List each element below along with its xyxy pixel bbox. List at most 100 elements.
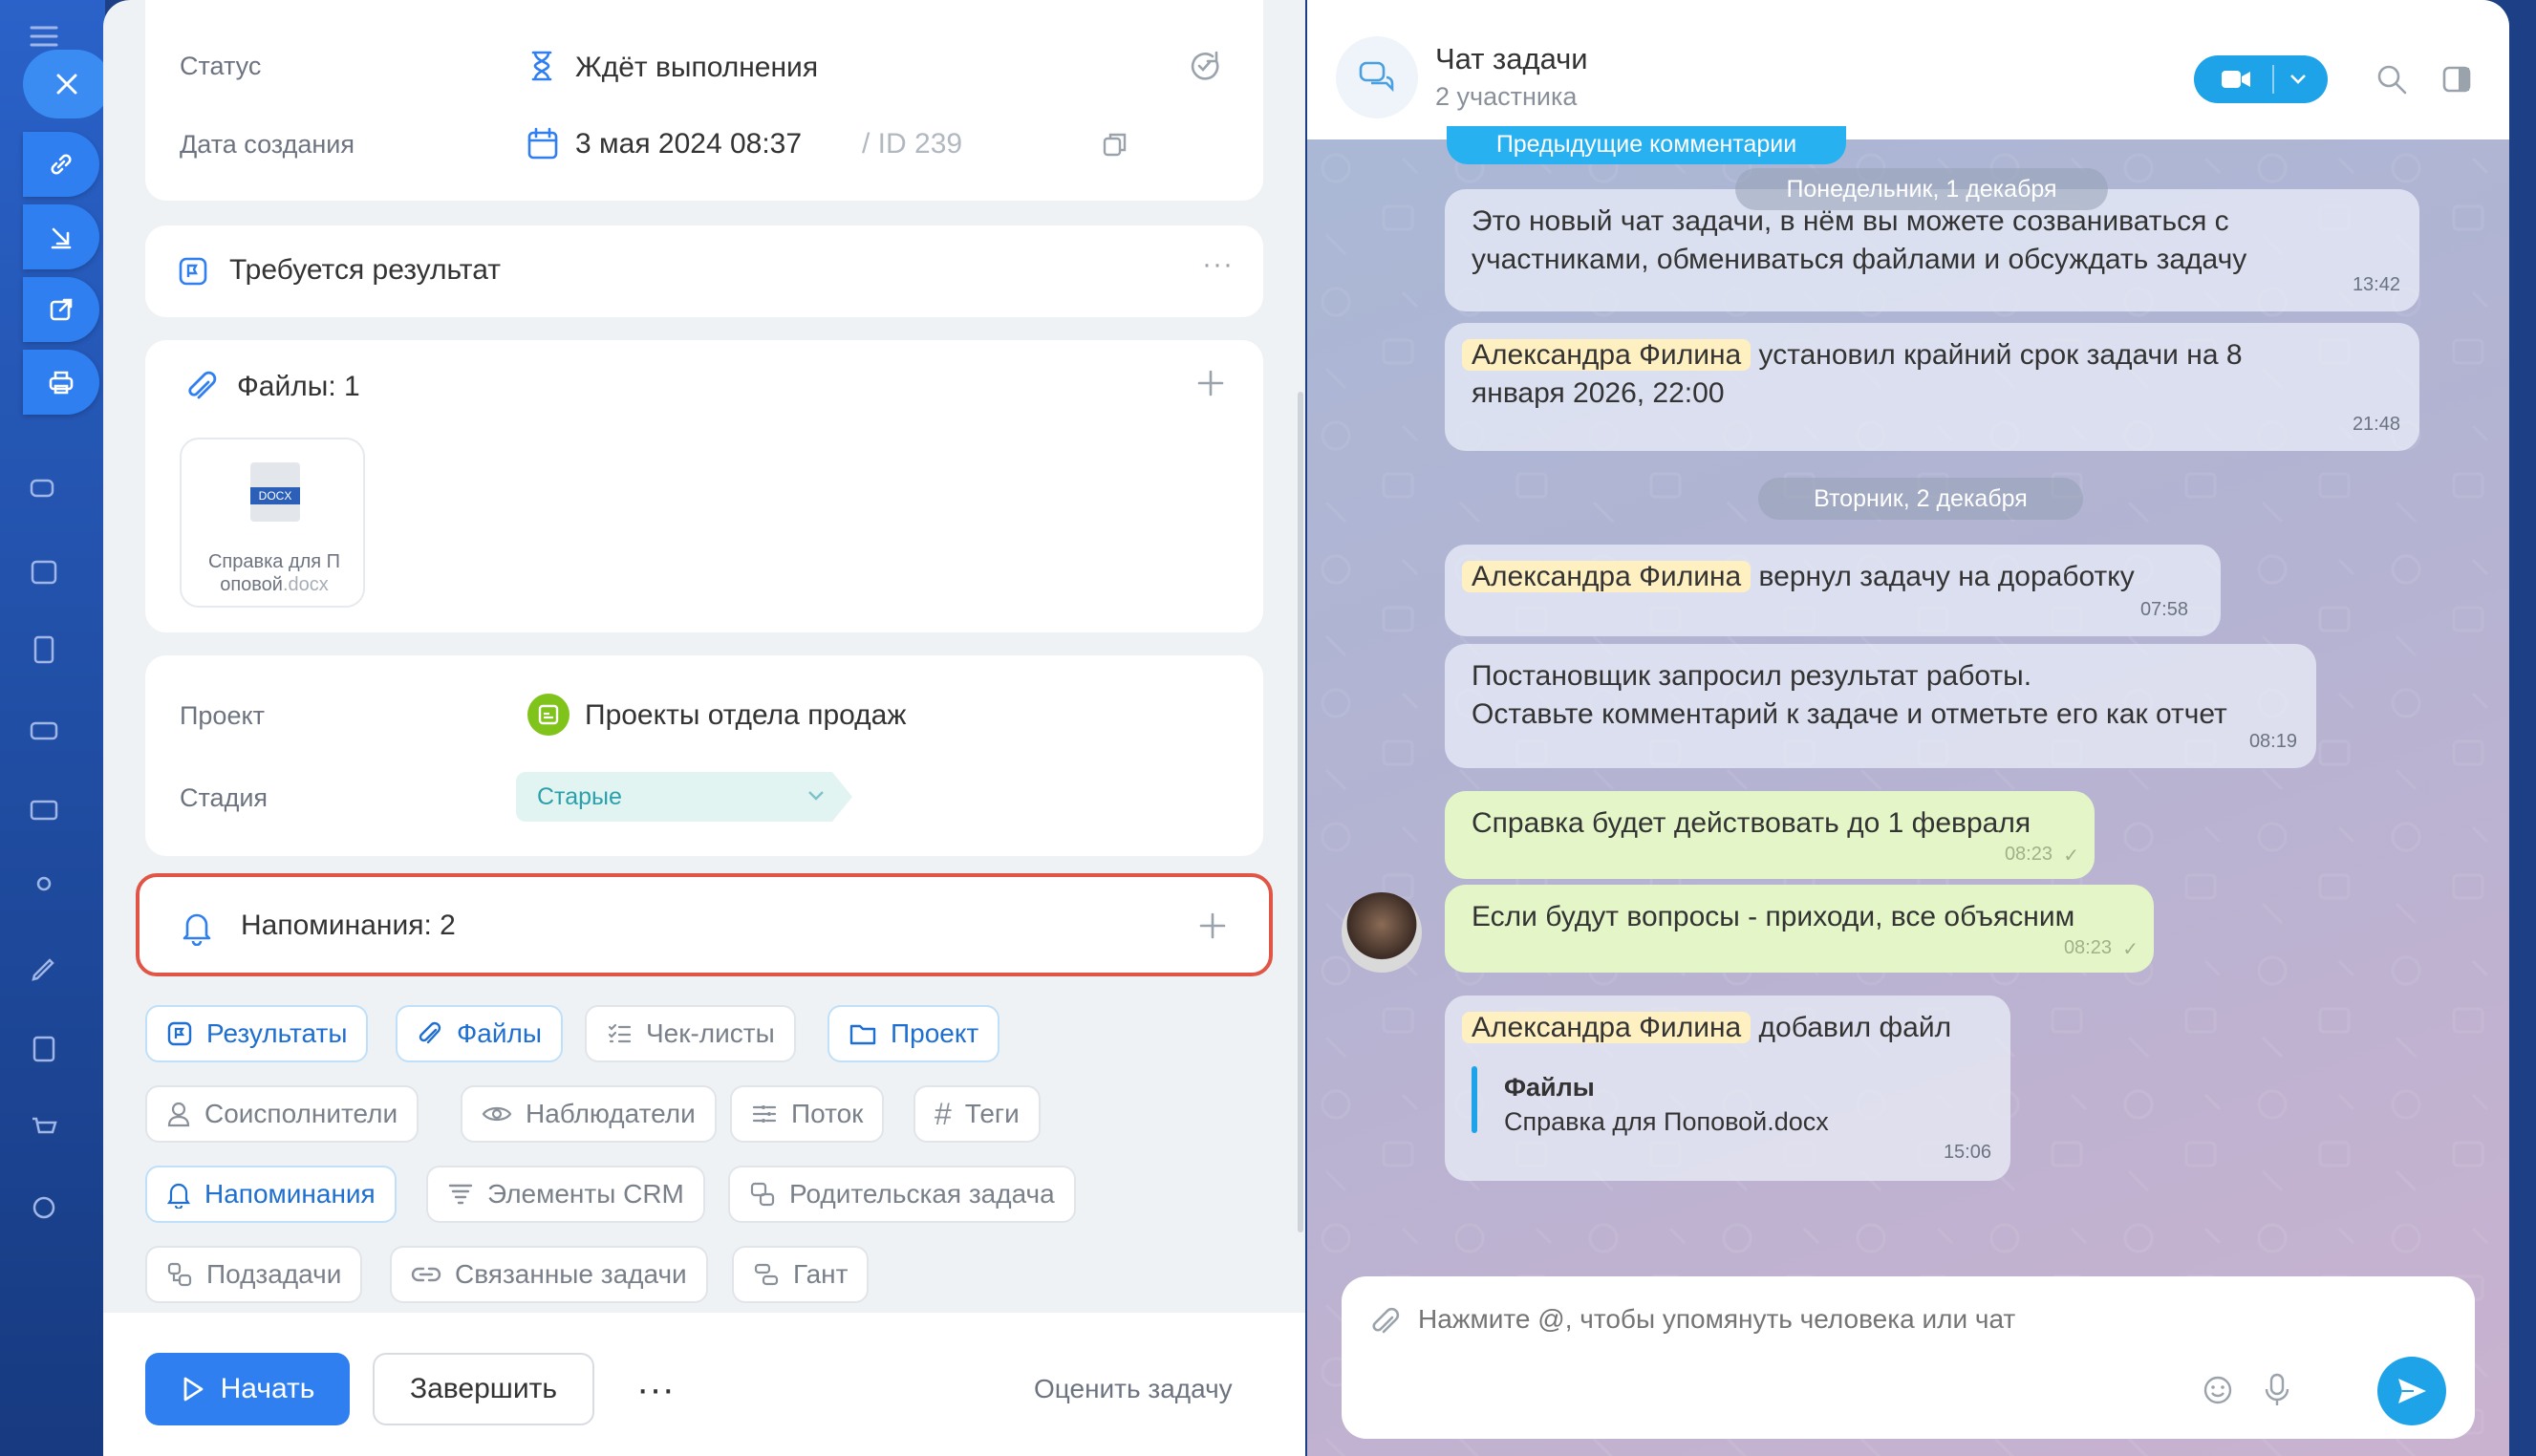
copy-icon[interactable]: [1101, 130, 1129, 159]
nav-icon-settings[interactable]: [21, 1185, 67, 1231]
nav-icon-chat[interactable]: [21, 468, 67, 514]
message-own-2: Если будут вопросы - приходи, все объясн…: [1445, 885, 2154, 973]
open-new-window-button[interactable]: [23, 277, 99, 342]
checklist-icon: [608, 1023, 632, 1043]
pill-results[interactable]: Результаты: [145, 1005, 369, 1062]
pill-subtasks[interactable]: Подзадачи: [145, 1246, 363, 1303]
task-panel: Статус Ждёт выполнения Дата создания 3 м…: [103, 0, 1305, 1456]
nav-icon-mail[interactable]: [21, 787, 67, 833]
files-card: Файлы: 1 DOCX Справка для Поповой.docx: [145, 340, 1263, 632]
minimize-button[interactable]: [23, 204, 99, 269]
project-avatar-icon: [527, 694, 570, 736]
finish-button[interactable]: Завершить: [373, 1353, 594, 1425]
nav-icon-docs[interactable]: [21, 627, 67, 673]
file-tile[interactable]: DOCX Справка для Поповой.docx: [180, 438, 365, 608]
nav-icon-shop[interactable]: [21, 1104, 67, 1150]
nav-icon-calendar[interactable]: [21, 548, 67, 594]
stage-select[interactable]: Старые: [516, 772, 852, 822]
nav-icon-drive[interactable]: [21, 707, 67, 753]
author-name[interactable]: Александра Филина: [1462, 561, 1752, 592]
read-check-icon: ✓: [2063, 846, 2079, 867]
file-attachment-name[interactable]: Справка для Поповой.docx: [1504, 1103, 1829, 1141]
rate-task-link[interactable]: Оценить задачу: [1034, 1374, 1233, 1404]
footer-bar: Начать Завершить ··· Оценить задачу: [103, 1313, 1305, 1456]
play-icon: [183, 1377, 204, 1402]
reminders-title: Напоминания: 2: [241, 910, 456, 941]
result-icon: [167, 1021, 192, 1046]
message-composer: [1342, 1276, 2475, 1439]
pill-reminders[interactable]: Напоминания: [145, 1166, 397, 1223]
sidebar-toggle-icon[interactable]: [2440, 63, 2473, 96]
status-value[interactable]: Ждёт выполнения: [575, 52, 818, 84]
chat-participants[interactable]: 2 участника: [1435, 82, 1577, 112]
camera-icon: [2222, 71, 2250, 88]
result-icon: [179, 257, 207, 286]
project-value[interactable]: Проекты отдела продаж: [585, 699, 906, 732]
created-label: Дата создания: [180, 130, 355, 159]
stage-value: Старые: [537, 783, 622, 810]
previous-comments-button[interactable]: Предыдущие комментарии: [1447, 126, 1846, 164]
attach-icon[interactable]: [1370, 1305, 1401, 1339]
user-avatar[interactable]: [1342, 892, 1422, 973]
close-icon: [56, 74, 77, 95]
pill-tags[interactable]: # Теги: [913, 1085, 1041, 1143]
more-button[interactable]: ···: [619, 1353, 692, 1425]
message-time: 07:58: [2139, 599, 2188, 620]
search-icon[interactable]: [2375, 63, 2408, 96]
external-link-icon: [50, 298, 73, 321]
print-button[interactable]: [23, 350, 99, 415]
parent-task-icon: [750, 1182, 775, 1207]
start-button[interactable]: Начать: [145, 1353, 350, 1425]
chevron-down-icon: [2290, 75, 2306, 84]
chat-avatar: [1336, 36, 1418, 118]
pill-observers[interactable]: Наблюдатели: [461, 1085, 717, 1143]
add-reminder-icon[interactable]: [1196, 910, 1229, 942]
bell-icon: [183, 913, 211, 946]
pill-coexecutors[interactable]: Соисполнители: [145, 1085, 419, 1143]
docx-file-icon: DOCX: [250, 462, 300, 522]
send-button[interactable]: [2377, 1357, 2446, 1425]
refresh-icon[interactable]: [1187, 48, 1223, 84]
close-panel-button[interactable]: [23, 50, 111, 118]
pill-related-tasks[interactable]: Связанные задачи: [390, 1246, 708, 1303]
pill-gantt[interactable]: Гант: [732, 1246, 870, 1303]
pill-checklists[interactable]: Чек-листы: [585, 1005, 796, 1062]
reminders-card: Напоминания: 2: [136, 873, 1273, 976]
pill-crm[interactable]: Элементы CRM: [426, 1166, 705, 1223]
subtasks-icon: [167, 1262, 192, 1287]
message-input[interactable]: [1418, 1295, 2374, 1343]
author-name[interactable]: Александра Филина: [1462, 339, 1752, 371]
message-returned: Александра Филина вернул задачу на дораб…: [1445, 545, 2221, 636]
paperclip-icon: [419, 1021, 441, 1044]
chevron-down-icon: [808, 791, 824, 801]
pill-files[interactable]: Файлы: [396, 1005, 563, 1062]
more-options-icon[interactable]: ···: [1202, 248, 1234, 281]
microphone-icon[interactable]: [2263, 1372, 2291, 1408]
task-chat-panel: Чат задачи 2 участника Предыдущие коммен…: [1307, 0, 2509, 1456]
paperclip-icon: [188, 371, 217, 399]
add-file-icon[interactable]: [1194, 367, 1227, 399]
emoji-icon[interactable]: [2202, 1374, 2234, 1406]
scrollbar[interactable]: [1298, 392, 1303, 1232]
message-own-1: Справка будет действовать до 1 февраля 0…: [1445, 791, 2095, 879]
hourglass-icon: [531, 51, 552, 81]
pill-parent-task[interactable]: Родительская задача: [728, 1166, 1076, 1223]
message-deadline: Александра Филина установил крайний срок…: [1445, 323, 2419, 451]
nav-icon-employees[interactable]: [21, 866, 67, 911]
video-call-button[interactable]: [2194, 55, 2328, 103]
author-name[interactable]: Александра Филина: [1462, 1012, 1752, 1043]
pill-flow[interactable]: Поток: [730, 1085, 885, 1143]
message-time: 15:06: [1943, 1142, 1991, 1163]
date-separator: Вторник, 2 декабря: [1758, 478, 2083, 520]
stage-label: Стадия: [180, 783, 269, 812]
message-result-request: Постановщик запросил результат работы. Ос…: [1445, 644, 2316, 768]
pill-project[interactable]: Проект: [827, 1005, 1000, 1062]
person-icon: [167, 1102, 190, 1127]
file-attachment-title: Файлы: [1504, 1073, 1595, 1102]
copy-link-button[interactable]: [23, 132, 99, 197]
nav-icon-knowledge[interactable]: [21, 1026, 67, 1072]
created-value: 3 мая 2024 08:37: [575, 128, 803, 160]
nav-icon-sign[interactable]: [21, 946, 67, 992]
chat-title: Чат задачи: [1435, 42, 1588, 75]
flow-icon: [752, 1105, 777, 1123]
